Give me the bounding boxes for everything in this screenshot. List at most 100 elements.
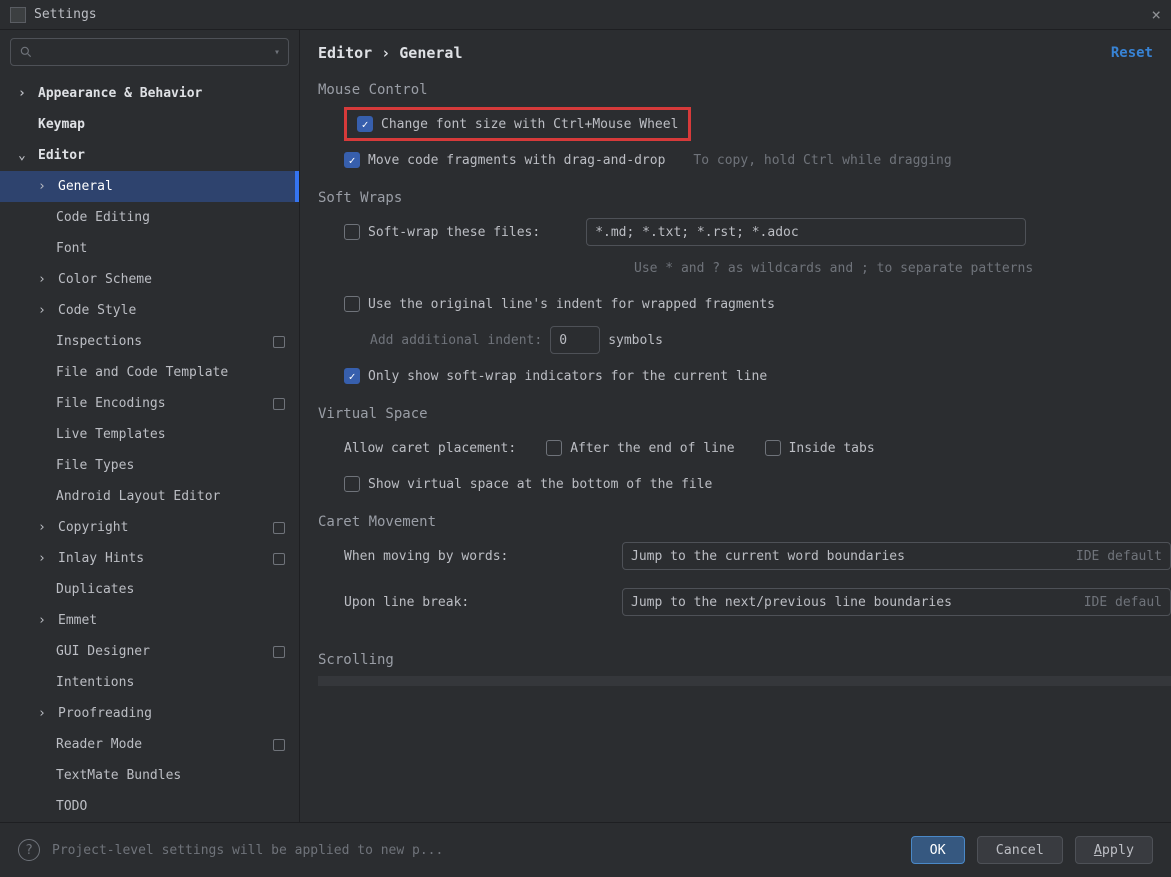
tree-item-label: Reader Mode	[56, 737, 142, 752]
label-symbols: symbols	[608, 333, 663, 348]
input-soft-wrap-patterns[interactable]	[586, 218, 1026, 246]
search-input[interactable]: ▾	[10, 38, 289, 66]
checkbox-move-fragments[interactable]	[344, 152, 360, 168]
tree-item-inlay-hints[interactable]: › Inlay Hints	[0, 543, 299, 574]
tree-item-font[interactable]: Font	[0, 233, 299, 264]
tree-item-label: Duplicates	[56, 582, 134, 597]
checkbox-soft-wrap-files[interactable]	[344, 224, 360, 240]
main-panel: Editor › General Reset Mouse Control Cha…	[300, 30, 1171, 822]
chevron-right-icon: ›	[38, 706, 50, 721]
checkbox-after-eol[interactable]	[546, 440, 562, 456]
project-level-badge-icon	[273, 739, 285, 751]
label-move-fragments: Move code fragments with drag-and-drop	[368, 153, 665, 168]
select-by-words[interactable]: Jump to the current word boundaries IDE …	[622, 542, 1171, 570]
tree-item-label: Color Scheme	[58, 272, 152, 287]
tree-item-file-types[interactable]: File Types	[0, 450, 299, 481]
checkbox-inside-tabs[interactable]	[765, 440, 781, 456]
chevron-right-icon: ›	[38, 179, 50, 194]
chevron-down-icon: ⌄	[18, 148, 30, 163]
tree-item-label: General	[58, 179, 113, 194]
project-level-badge-icon	[273, 398, 285, 410]
tree-item-keymap[interactable]: Keymap	[0, 109, 299, 140]
tree-item-label: Appearance & Behavior	[38, 86, 202, 101]
label-change-font: Change font size with Ctrl+Mouse Wheel	[381, 117, 678, 132]
tree-item-color-scheme[interactable]: › Color Scheme	[0, 264, 299, 295]
tree-item-file-encodings[interactable]: File Encodings	[0, 388, 299, 419]
tree-item-label: Font	[56, 241, 87, 256]
hint-move-fragments: To copy, hold Ctrl while dragging	[693, 153, 951, 168]
tree-item-textmate-bundles[interactable]: TextMate Bundles	[0, 760, 299, 791]
apply-button[interactable]: Apply	[1075, 836, 1153, 864]
tree-item-todo[interactable]: TODO	[0, 791, 299, 822]
tree-item-label: GUI Designer	[56, 644, 150, 659]
tree-item-general[interactable]: › General	[0, 171, 299, 202]
label-use-indent: Use the original line's indent for wrapp…	[368, 297, 775, 312]
help-icon[interactable]: ?	[18, 839, 40, 861]
label-inside-tabs: Inside tabs	[789, 441, 875, 456]
checkbox-only-current[interactable]	[344, 368, 360, 384]
chevron-right-icon: ›	[38, 551, 50, 566]
checkbox-bottom-space[interactable]	[344, 476, 360, 492]
tree-item-label: Proofreading	[58, 706, 152, 721]
label-soft-wrap-files: Soft-wrap these files:	[368, 225, 540, 240]
tree-item-label: File Types	[56, 458, 134, 473]
tree-item-intentions[interactable]: Intentions	[0, 667, 299, 698]
window-title: Settings	[34, 7, 97, 22]
tree-item-label: Intentions	[56, 675, 134, 690]
tree-item-label: Editor	[38, 148, 85, 163]
tree-item-inspections[interactable]: Inspections	[0, 326, 299, 357]
tree-item-proofreading[interactable]: › Proofreading	[0, 698, 299, 729]
reset-link[interactable]: Reset	[1111, 45, 1153, 61]
label-add-indent: Add additional indent:	[370, 333, 542, 348]
tree-item-label: Code Style	[58, 303, 136, 318]
tree-item-reader-mode[interactable]: Reader Mode	[0, 729, 299, 760]
close-icon[interactable]: ×	[1151, 5, 1161, 24]
horizontal-scrollbar[interactable]	[318, 676, 1171, 686]
section-soft-wraps: Soft Wraps	[318, 178, 1171, 214]
footer-message: Project-level settings will be applied t…	[52, 843, 899, 858]
chevron-right-icon: ›	[38, 303, 50, 318]
tree-item-label: Inlay Hints	[58, 551, 144, 566]
tree-item-label: Code Editing	[56, 210, 150, 225]
tree-item-code-style[interactable]: › Code Style	[0, 295, 299, 326]
chevron-down-icon: ▾	[274, 47, 280, 58]
chevron-right-icon: ›	[38, 613, 50, 628]
breadcrumb: Editor › General	[318, 44, 463, 62]
tree-item-label: TextMate Bundles	[56, 768, 181, 783]
settings-tree[interactable]: › Appearance & Behavior Keymap ⌄ Editor › Gene…	[0, 74, 299, 822]
hint-soft-wrap: Use * and ? as wildcards and ; to separa…	[634, 261, 1033, 276]
footer: ? Project-level settings will be applied…	[0, 822, 1171, 877]
select-line-break[interactable]: Jump to the next/previous line boundarie…	[622, 588, 1171, 616]
ok-button[interactable]: OK	[911, 836, 965, 864]
chevron-right-icon: ›	[18, 86, 30, 101]
cancel-button[interactable]: Cancel	[977, 836, 1063, 864]
tree-item-file-and-code-template[interactable]: File and Code Template	[0, 357, 299, 388]
chevron-right-icon: ›	[38, 272, 50, 287]
project-level-badge-icon	[273, 522, 285, 534]
search-icon	[19, 45, 33, 59]
content-scroll[interactable]: Mouse Control Change font size with Ctrl…	[300, 70, 1171, 822]
tree-item-label: Keymap	[38, 117, 85, 132]
checkbox-use-indent[interactable]	[344, 296, 360, 312]
tree-item-editor[interactable]: ⌄ Editor	[0, 140, 299, 171]
project-level-badge-icon	[273, 336, 285, 348]
label-line-break: Upon line break:	[344, 595, 614, 610]
tree-item-android-layout-editor[interactable]: Android Layout Editor	[0, 481, 299, 512]
tree-item-live-templates[interactable]: Live Templates	[0, 419, 299, 450]
sidebar: ▾ › Appearance & Behavior Keymap ⌄ Editor › Ge…	[0, 30, 300, 822]
tree-item-copyright[interactable]: ›Copyright	[0, 512, 299, 543]
section-caret-movement: Caret Movement	[318, 502, 1171, 538]
tree-item-label: Live Templates	[56, 427, 166, 442]
tree-item-label: Emmet	[58, 613, 97, 628]
tree-item-duplicates[interactable]: Duplicates	[0, 574, 299, 605]
tree-item-appearance-behavior[interactable]: › Appearance & Behavior	[0, 78, 299, 109]
titlebar: Settings ×	[0, 0, 1171, 30]
tree-item-emmet[interactable]: › Emmet	[0, 605, 299, 636]
tree-item-code-editing[interactable]: Code Editing	[0, 202, 299, 233]
label-bottom-space: Show virtual space at the bottom of the …	[368, 477, 712, 492]
tree-item-gui-designer[interactable]: GUI Designer	[0, 636, 299, 667]
input-add-indent[interactable]	[550, 326, 600, 354]
label-caret-placement: Allow caret placement:	[344, 441, 516, 456]
checkbox-change-font[interactable]	[357, 116, 373, 132]
tree-item-label: TODO	[56, 799, 87, 814]
